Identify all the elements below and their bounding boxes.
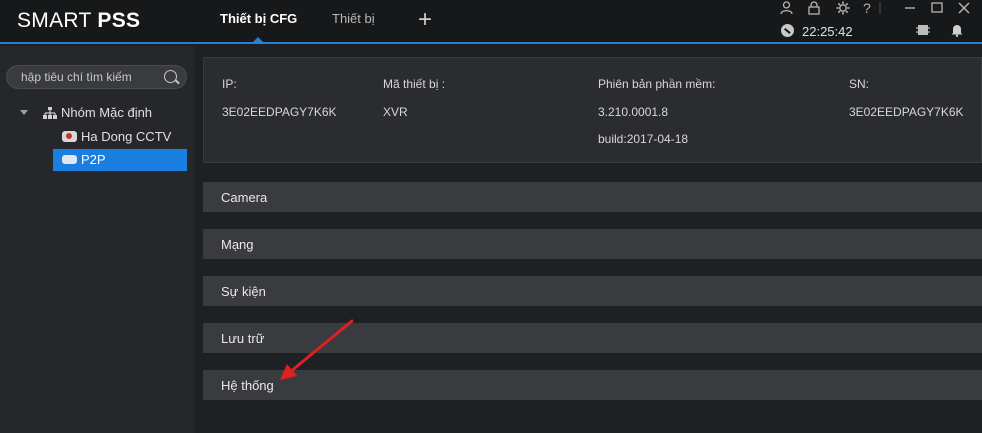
camera-device-icon xyxy=(62,131,77,142)
tree-device-p2p[interactable]: P2P xyxy=(53,149,187,171)
group-tree-icon xyxy=(43,106,57,119)
user-icon[interactable] xyxy=(780,1,793,18)
tab-thiet-bi[interactable]: Thiết bị xyxy=(332,11,375,26)
tree-device-ha-dong-cctv[interactable]: Ha Dong CCTV xyxy=(81,129,171,144)
device-code-label: Mã thiết bị : xyxy=(383,77,446,91)
software-build-value: build:2017-04-18 xyxy=(598,132,689,146)
device-info-panel: IP: 3E02EEDPAGY7K6K Mã thiết bị : XVR Ph… xyxy=(203,57,982,163)
device-code-value: XVR xyxy=(383,105,408,119)
section-mang[interactable]: Mạng xyxy=(203,229,982,259)
system-time: 22:25:42 xyxy=(802,24,853,39)
help-icon[interactable]: ? xyxy=(863,1,871,15)
search-box xyxy=(6,65,187,89)
tree-device-p2p-label: P2P xyxy=(81,152,106,167)
section-su-kien[interactable]: Sự kiện xyxy=(203,276,982,306)
sn-value: 3E02EEDPAGY7K6K xyxy=(849,105,964,119)
dvr-device-icon xyxy=(62,155,77,164)
app-name-light: SMART xyxy=(17,9,98,32)
section-su-kien-label: Sự kiện xyxy=(221,284,266,299)
ip-label: IP: xyxy=(222,77,237,91)
section-he-thong-label: Hệ thống xyxy=(221,378,274,393)
maximize-icon[interactable] xyxy=(931,1,943,18)
minimize-icon[interactable] xyxy=(904,1,916,18)
search-icon[interactable] xyxy=(164,70,177,83)
section-he-thong[interactable]: Hệ thống xyxy=(203,370,982,400)
section-luu-tru[interactable]: Lưu trữ xyxy=(203,323,982,353)
add-tab-button[interactable]: + xyxy=(418,6,432,34)
search-input[interactable] xyxy=(21,69,161,85)
close-icon[interactable] xyxy=(958,1,970,18)
section-camera-label: Camera xyxy=(221,190,268,205)
section-luu-tru-label: Lưu trữ xyxy=(221,331,265,346)
lock-icon[interactable] xyxy=(808,1,820,18)
app-name-bold: PSS xyxy=(97,9,141,32)
app-logo: SMART PSS xyxy=(17,9,140,33)
gear-icon[interactable] xyxy=(836,1,850,18)
bell-icon[interactable] xyxy=(950,23,964,39)
clock-icon xyxy=(781,24,794,37)
top-bar: SMART PSS Thiết bị CFG Thiết bị + ? 22:2… xyxy=(0,0,982,44)
tab-thiet-bi-cfg[interactable]: Thiết bị CFG xyxy=(220,11,297,26)
separator-icon xyxy=(878,1,882,18)
sn-label: SN: xyxy=(849,77,870,91)
device-status-icon[interactable] xyxy=(916,23,930,39)
sidebar: Nhóm Mặc định Ha Dong CCTV P2P xyxy=(0,46,194,433)
active-tab-indicator xyxy=(253,37,263,42)
tree-group-default[interactable]: Nhóm Mặc định xyxy=(61,105,152,120)
tree-collapse-icon[interactable] xyxy=(20,110,28,115)
ip-value: 3E02EEDPAGY7K6K xyxy=(222,105,337,119)
section-camera[interactable]: Camera xyxy=(203,182,982,212)
software-version-value: 3.210.0001.8 xyxy=(598,105,669,119)
section-mang-label: Mạng xyxy=(221,237,254,252)
software-version-label: Phiên bản phần mềm: xyxy=(598,77,716,91)
